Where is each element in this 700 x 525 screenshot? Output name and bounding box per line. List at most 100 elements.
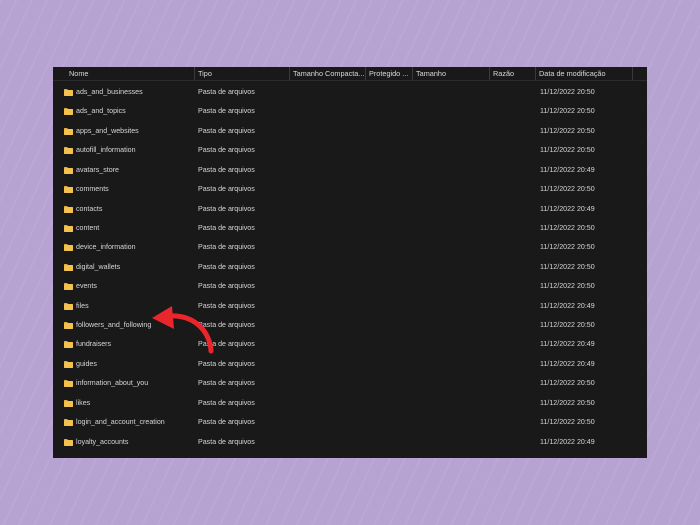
column-header-row: ⌃ Nome Tipo Tamanho Compacta... Protegid… <box>53 67 647 81</box>
file-modified-date: 11/12/2022 20:50 <box>540 107 595 116</box>
folder-icon <box>64 341 73 349</box>
file-row[interactable]: ads_and_businesses Pasta de arquivos 11/12… <box>53 83 647 102</box>
column-header-compressed-size[interactable]: Tamanho Compacta... <box>290 67 366 80</box>
file-type: Pasta de arquivos <box>198 379 255 388</box>
file-modified-date: 11/12/2022 20:50 <box>540 418 595 427</box>
file-row[interactable]: files Pasta de arquivos 11/12/2022 20:49 <box>53 297 647 316</box>
file-name: device_information <box>76 243 136 252</box>
folder-icon <box>64 127 73 135</box>
column-header-size[interactable]: Tamanho <box>413 67 490 80</box>
folder-icon <box>64 438 73 446</box>
file-row[interactable]: likes Pasta de arquivos 11/12/2022 20:50 <box>53 394 647 413</box>
file-modified-date: 11/12/2022 20:49 <box>540 359 595 368</box>
folder-icon <box>64 244 73 252</box>
file-row[interactable]: device_information Pasta de arquivos 11/12… <box>53 238 647 257</box>
folder-icon <box>64 360 73 368</box>
file-type: Pasta de arquivos <box>198 126 255 135</box>
file-row[interactable]: loyalty_accounts Pasta de arquivos 11/12/2… <box>53 433 647 452</box>
file-modified-date: 11/12/2022 20:50 <box>540 88 595 96</box>
file-row[interactable]: avatars_store Pasta de arquivos 11/12/2022… <box>53 161 647 180</box>
file-row[interactable]: ads_and_topics Pasta de arquivos 11/12/202… <box>53 102 647 121</box>
file-name: followers_and_following <box>76 321 152 330</box>
file-row[interactable]: digital_wallets Pasta de arquivos 11/12/20… <box>53 258 647 277</box>
file-name: events <box>76 282 97 291</box>
file-name: content <box>76 223 100 232</box>
file-row[interactable]: information_about_you Pasta de arquivos 11… <box>53 374 647 393</box>
file-modified-date: 11/12/2022 20:50 <box>540 262 595 271</box>
file-name: autofill_information <box>76 146 136 155</box>
column-header-modified[interactable]: Data de modificação <box>536 67 633 80</box>
file-name: likes <box>76 398 91 407</box>
file-name: fundraisers <box>76 340 112 349</box>
file-modified-date: 11/12/2022 20:50 <box>540 243 595 252</box>
file-name: apps_and_websites <box>76 126 139 135</box>
column-header-protected[interactable]: Protegido ... <box>366 67 413 80</box>
file-name: ads_and_topics <box>76 107 126 116</box>
folder-icon <box>64 399 73 407</box>
folder-icon <box>64 419 73 427</box>
file-modified-date: 11/12/2022 20:50 <box>540 321 595 330</box>
file-modified-date: 11/12/2022 20:49 <box>540 340 595 349</box>
column-header-ratio[interactable]: Razão <box>490 67 536 80</box>
file-row[interactable]: fundraisers Pasta de arquivos 11/12/2022 2… <box>53 335 647 354</box>
file-row[interactable]: events Pasta de arquivos 11/12/2022 20:50 <box>53 277 647 296</box>
file-name: information_about_you <box>76 379 149 388</box>
file-modified-date: 11/12/2022 20:50 <box>540 223 595 232</box>
file-name: comments <box>76 185 109 194</box>
column-header-type[interactable]: Tipo <box>195 67 290 80</box>
folder-icon <box>64 322 73 330</box>
file-modified-date: 11/12/2022 20:50 <box>540 282 595 291</box>
file-type: Pasta de arquivos <box>198 107 255 116</box>
column-header-name[interactable]: Nome <box>66 67 195 80</box>
folder-icon <box>64 166 73 174</box>
file-type: Pasta de arquivos <box>198 301 255 310</box>
file-type: Pasta de arquivos <box>198 262 255 271</box>
folder-icon <box>64 224 73 232</box>
file-name: login_and_account_creation <box>76 418 165 427</box>
file-type: Pasta de arquivos <box>198 282 255 291</box>
folder-icon <box>64 147 73 155</box>
file-modified-date: 11/12/2022 20:50 <box>540 379 595 388</box>
file-type: Pasta de arquivos <box>198 185 255 194</box>
file-modified-date: 11/12/2022 20:50 <box>540 126 595 135</box>
file-modified-date: 11/12/2022 20:49 <box>540 204 595 213</box>
file-name: digital_wallets <box>76 262 121 271</box>
file-type: Pasta de arquivos <box>198 223 255 232</box>
folder-icon <box>64 283 73 291</box>
file-name: avatars_store <box>76 165 119 174</box>
file-type: Pasta de arquivos <box>198 437 255 446</box>
file-type: Pasta de arquivos <box>198 321 255 330</box>
file-type: Pasta de arquivos <box>198 88 255 96</box>
file-modified-date: 11/12/2022 20:49 <box>540 165 595 174</box>
file-name: ads_and_businesses <box>76 88 143 96</box>
file-modified-date: 11/12/2022 20:49 <box>540 437 595 446</box>
file-row[interactable]: comments Pasta de arquivos 11/12/2022 20:5… <box>53 180 647 199</box>
file-type: Pasta de arquivos <box>198 204 255 213</box>
file-modified-date: 11/12/2022 20:50 <box>540 185 595 194</box>
folder-icon <box>64 380 73 388</box>
file-name: guides <box>76 359 97 368</box>
file-row[interactable]: autofill_information Pasta de arquivos 11/… <box>53 141 647 160</box>
file-modified-date: 11/12/2022 20:50 <box>540 398 595 407</box>
file-row[interactable]: contacts Pasta de arquivos 11/12/2022 20:4… <box>53 200 647 219</box>
file-type: Pasta de arquivos <box>198 359 255 368</box>
file-type: Pasta de arquivos <box>198 165 255 174</box>
file-name: contacts <box>76 204 103 213</box>
file-row[interactable]: content Pasta de arquivos 11/12/2022 20:50 <box>53 219 647 238</box>
file-name: files <box>76 301 89 310</box>
folder-icon <box>64 205 73 213</box>
folder-icon <box>64 302 73 310</box>
file-explorer-window: ⌃ Nome Tipo Tamanho Compacta... Protegid… <box>53 67 647 458</box>
folder-icon <box>64 89 73 96</box>
file-row[interactable]: apps_and_websites Pasta de arquivos 11/12/… <box>53 122 647 141</box>
file-type: Pasta de arquivos <box>198 243 255 252</box>
file-row[interactable]: followers_and_following Pasta de arquivos… <box>53 316 647 335</box>
file-modified-date: 11/12/2022 20:49 <box>540 301 595 310</box>
file-name: loyalty_accounts <box>76 437 129 446</box>
file-type: Pasta de arquivos <box>198 418 255 427</box>
folder-icon <box>64 263 73 271</box>
file-row[interactable]: login_and_account_creation Pasta de arqui… <box>53 413 647 432</box>
file-type: Pasta de arquivos <box>198 398 255 407</box>
file-row[interactable]: guides Pasta de arquivos 11/12/2022 20:49 <box>53 355 647 374</box>
file-type: Pasta de arquivos <box>198 146 255 155</box>
